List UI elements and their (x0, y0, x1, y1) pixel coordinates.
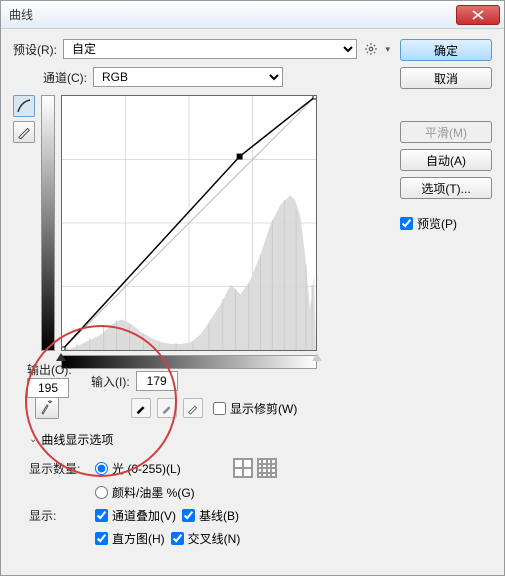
white-point-slider[interactable] (312, 353, 322, 361)
output-field[interactable] (27, 378, 69, 398)
display-options-disclosure[interactable]: ⌄ 曲线显示选项 (29, 431, 390, 448)
vertical-gradient (41, 95, 55, 351)
channel-label: 通道(C): (43, 69, 87, 86)
curve-graph[interactable] (61, 95, 317, 351)
input-field[interactable] (136, 371, 178, 391)
black-eyedropper[interactable] (131, 398, 151, 418)
close-button[interactable] (456, 5, 500, 25)
light-radio[interactable]: 光 (0-255)(L) (95, 460, 181, 477)
input-label: 输入(I): (91, 373, 130, 390)
output-label: 输出(O): (27, 361, 72, 378)
horizontal-gradient (61, 355, 317, 369)
curves-dialog: 曲线 预设(R): 自定 ▾ 通道(C): RGB (0, 0, 505, 576)
preset-menu-icon[interactable] (363, 41, 379, 57)
disclosure-triangle-icon: ⌄ (29, 434, 37, 445)
grid-quarter-icon[interactable] (233, 458, 253, 478)
titlebar: 曲线 (1, 1, 504, 29)
smooth-button: 平滑(M) (400, 121, 492, 143)
window-title: 曲线 (9, 6, 456, 23)
show-clipping-checkbox[interactable]: 显示修剪(W) (213, 400, 297, 417)
auto-button[interactable]: 自动(A) (400, 149, 492, 171)
channel-overlay-checkbox[interactable]: 通道叠加(V) (95, 507, 176, 524)
channel-select[interactable]: RGB (93, 67, 283, 87)
ok-button[interactable]: 确定 (400, 39, 492, 61)
baseline-checkbox[interactable]: 基线(B) (182, 507, 239, 524)
preset-select[interactable]: 自定 (63, 39, 357, 59)
white-eyedropper[interactable] (183, 398, 203, 418)
intersection-checkbox[interactable]: 交叉线(N) (171, 530, 241, 547)
show-label: 显示: (29, 507, 89, 524)
show-clipping-label: 显示修剪(W) (230, 400, 297, 417)
histogram-checkbox[interactable]: 直方图(H) (95, 530, 165, 547)
pigment-radio[interactable]: 颜料/油墨 %(G) (95, 484, 195, 501)
chevron-down-icon[interactable]: ▾ (385, 44, 390, 55)
preset-label: 预设(R): (13, 41, 57, 58)
grid-tenth-icon[interactable] (257, 458, 277, 478)
options-button[interactable]: 选项(T)... (400, 177, 492, 199)
show-amount-label: 显示数量: (29, 460, 89, 477)
curve-point-tool[interactable] (13, 95, 35, 117)
preview-label: 预览(P) (417, 215, 457, 232)
cancel-button[interactable]: 取消 (400, 67, 492, 89)
curve-pencil-tool[interactable] (13, 121, 35, 143)
black-point-slider[interactable] (56, 353, 66, 361)
gray-eyedropper[interactable] (157, 398, 177, 418)
target-adjust-tool[interactable] (35, 397, 59, 419)
display-options-label: 曲线显示选项 (41, 431, 113, 448)
preview-checkbox[interactable]: 预览(P) (400, 215, 457, 232)
